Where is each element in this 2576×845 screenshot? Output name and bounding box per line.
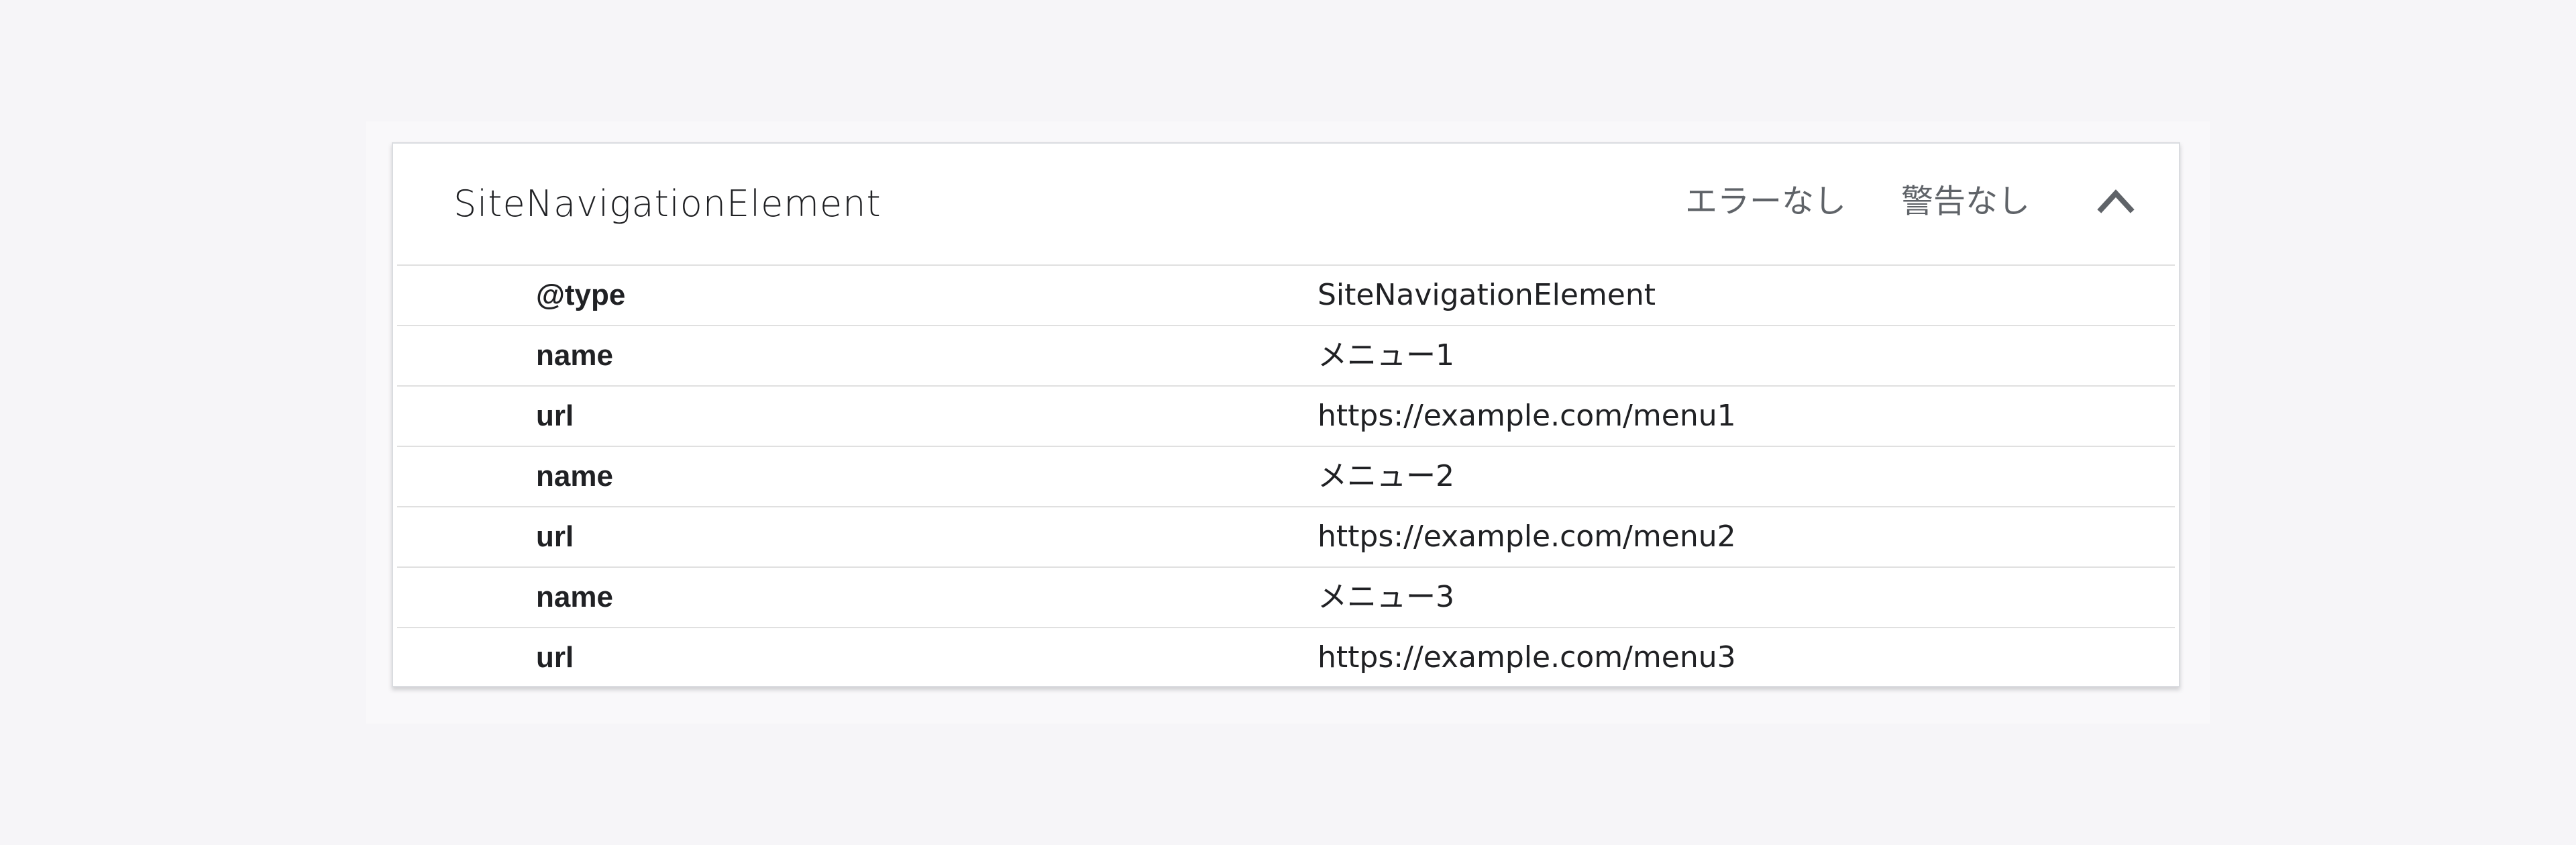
table-row: url https://example.com/menu3 (397, 627, 2175, 687)
warnings-status: 警告なし (1901, 183, 2031, 220)
chevron-up-icon[interactable] (2097, 185, 2135, 215)
property-key: name (536, 581, 613, 613)
table-row: name メニュー2 (397, 446, 2175, 506)
card-header[interactable]: SiteNavigationElement エラーなし 警告なし (393, 144, 2179, 264)
property-value: https://example.com/menu2 (1318, 519, 1736, 554)
property-table: @type SiteNavigationElement name メニュー1 u… (397, 264, 2175, 687)
property-value: メニュー1 (1318, 338, 1454, 372)
property-value: メニュー3 (1318, 580, 1454, 614)
property-value: https://example.com/menu1 (1318, 399, 1736, 433)
property-value: https://example.com/menu3 (1318, 640, 1736, 675)
structured-data-card: SiteNavigationElement エラーなし 警告なし @type S… (392, 142, 2180, 687)
property-key: url (536, 641, 574, 674)
property-key: name (536, 460, 613, 493)
property-key: @type (536, 279, 626, 311)
property-key: url (536, 399, 574, 432)
table-row: name メニュー3 (397, 566, 2175, 627)
table-row: @type SiteNavigationElement (397, 264, 2175, 325)
card-title: SiteNavigationElement (453, 183, 881, 225)
property-key: name (536, 339, 613, 372)
table-row: url https://example.com/menu1 (397, 385, 2175, 446)
table-row: url https://example.com/menu2 (397, 506, 2175, 566)
table-row: name メニュー1 (397, 325, 2175, 385)
property-value: メニュー2 (1318, 459, 1454, 493)
property-key: url (536, 520, 574, 553)
property-value: SiteNavigationElement (1318, 278, 1656, 312)
errors-status: エラーなし (1685, 183, 1847, 220)
